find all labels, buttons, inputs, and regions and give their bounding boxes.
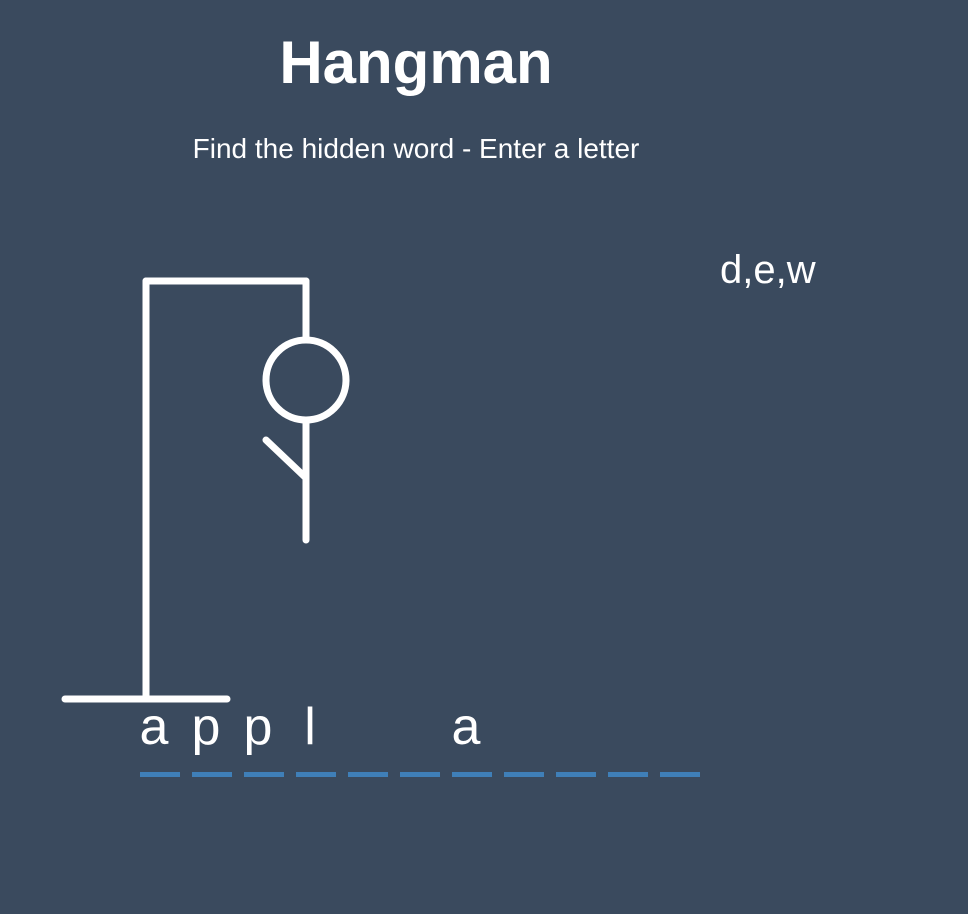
- letter-slot: [496, 696, 544, 778]
- wrong-letters: d,e,w: [720, 248, 816, 292]
- letter-dash: [556, 772, 596, 777]
- letter: a: [139, 698, 169, 756]
- letter-slot: [600, 696, 648, 778]
- hangman-head: [262, 336, 350, 424]
- letter-dash: [192, 772, 232, 777]
- letter-dash: [296, 772, 336, 777]
- letter: l: [304, 698, 316, 756]
- letter-dash: [660, 772, 700, 777]
- letter: p: [191, 698, 221, 756]
- letter-slot: a: [444, 696, 492, 778]
- letter-dash: [452, 772, 492, 777]
- letter-slot: a: [132, 696, 180, 778]
- letter-slot: p: [184, 696, 232, 778]
- hangman-left-arm: [262, 436, 310, 482]
- word-display: a p p l a: [128, 696, 708, 786]
- letter-slot: l: [288, 696, 336, 778]
- letter-dash: [140, 772, 180, 777]
- letter-slot: [392, 696, 440, 778]
- game-instructions: Find the hidden word - Enter a letter: [192, 133, 640, 164]
- letter-slot: [652, 696, 700, 778]
- letter-dash: [244, 772, 284, 777]
- letter: p: [243, 698, 273, 756]
- letter: a: [451, 698, 481, 756]
- game-title: Hangman: [279, 29, 553, 96]
- letter-dash: [504, 772, 544, 777]
- letter-dash: [348, 772, 388, 777]
- letter-slot: [548, 696, 596, 778]
- letter-dash: [400, 772, 440, 777]
- letter-dash: [608, 772, 648, 777]
- letter-slot: p: [236, 696, 284, 778]
- letter-slot: [340, 696, 388, 778]
